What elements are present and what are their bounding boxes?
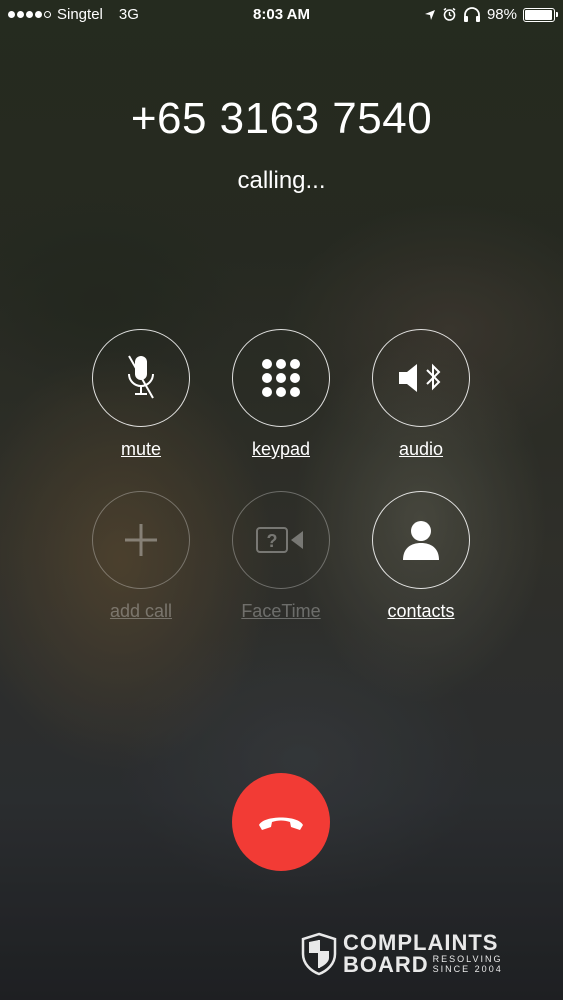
status-right: 98% [424,6,558,23]
facetime-button[interactable]: ? FaceTime [211,491,351,622]
add-call-label[interactable]: add call [71,601,211,622]
contacts-button[interactable]: contacts [351,491,491,622]
headphones-icon [463,7,480,22]
keypad-grid-icon [262,359,300,397]
signal-strength-icon [8,11,51,18]
status-bar: Singtel 3G 8:03 AM 98% [0,0,563,30]
add-call-circle[interactable] [92,491,190,589]
end-call-button[interactable] [232,773,330,871]
watermark-line2-row: BOARD RESOLVING SINCE 2004 [343,954,503,976]
alarm-clock-icon [443,7,456,21]
audio-button[interactable]: audio [351,329,491,460]
contact-person-icon [403,521,439,560]
status-left: Singtel 3G [8,6,139,23]
add-call-button[interactable]: add call [71,491,211,622]
phone-number: +65 3163 7540 [130,94,433,143]
audio-label[interactable]: audio [351,439,491,460]
battery-percent: 98% [486,6,517,23]
battery-fill [525,9,553,20]
contacts-circle[interactable] [372,491,470,589]
mute-label[interactable]: mute [71,439,211,460]
keypad-label[interactable]: keypad [211,439,351,460]
mute-circle[interactable] [92,329,190,427]
shield-logo-icon [301,932,337,976]
location-arrow-icon [424,9,435,20]
watermark-line2: BOARD [343,952,429,977]
watermark-tagline: RESOLVING SINCE 2004 [432,954,503,975]
speaker-bluetooth-icon [399,363,441,392]
facetime-circle[interactable]: ? [232,491,330,589]
plus-icon [125,524,157,556]
keypad-button[interactable]: keypad [211,329,351,460]
battery-icon [523,7,558,22]
network-type: 3G [118,6,139,23]
complaints-board-watermark: COMPLAINTS BOARD RESOLVING SINCE 2004 [301,932,503,976]
carrier-name: Singtel [57,6,103,23]
watermark-text: COMPLAINTS BOARD RESOLVING SINCE 2004 [343,932,503,976]
svg-text:?: ? [267,531,278,551]
keypad-circle[interactable] [232,329,330,427]
watermark-tag1: RESOLVING [432,954,503,965]
audio-circle[interactable] [372,329,470,427]
facetime-label[interactable]: FaceTime [211,601,351,622]
muted-microphone-icon [128,355,154,399]
facetime-camera-icon: ? [256,527,303,553]
watermark-line1: COMPLAINTS [343,930,499,955]
hang-up-phone-icon [259,817,303,830]
contacts-label[interactable]: contacts [351,601,491,622]
call-status: calling... [237,167,326,194]
mute-button[interactable]: mute [71,329,211,460]
watermark-tag2: SINCE 2004 [432,964,503,974]
